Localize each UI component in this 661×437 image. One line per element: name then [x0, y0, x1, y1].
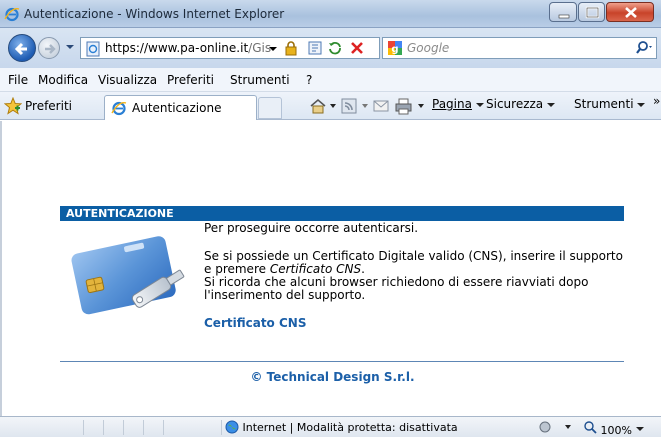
back-arrow-icon	[14, 42, 27, 56]
panel-title: AUTENTICAZIONE	[66, 207, 174, 220]
refresh-icon[interactable]	[327, 40, 343, 56]
new-tab-button[interactable]	[258, 97, 282, 119]
toolbar-overflow-chevron[interactable]: »	[653, 94, 660, 112]
forward-button[interactable]	[38, 37, 60, 59]
divider	[60, 361, 624, 362]
close-button[interactable]	[606, 2, 654, 22]
status-cell	[84, 420, 104, 435]
panel-header: AUTENTICAZIONE	[60, 206, 624, 221]
search-box[interactable]: g Google	[382, 37, 657, 59]
google-logo-icon: g	[388, 41, 402, 55]
lock-icon[interactable]	[283, 40, 299, 56]
favorites-bar: Preferiti Autenticazione Pagina Sicurezz…	[0, 92, 661, 120]
chevron-down-icon[interactable]	[267, 43, 279, 55]
minimize-icon	[558, 14, 570, 19]
maximize-icon	[585, 6, 600, 19]
status-cell	[0, 420, 84, 435]
security-zone-text: Internet | Modalità protetta: disattivat…	[242, 421, 458, 434]
addon-manager-icon	[539, 421, 571, 433]
security-menu[interactable]: Sicurezza	[486, 97, 555, 115]
ie-logo-icon	[111, 101, 127, 116]
close-icon	[625, 7, 637, 18]
ie-logo-icon	[4, 7, 20, 22]
page-menu[interactable]: Pagina	[432, 97, 484, 115]
recent-pages-dropdown-icon[interactable]	[64, 41, 76, 53]
minimize-button[interactable]	[549, 2, 577, 22]
chevron-down-icon	[636, 427, 645, 431]
forward-arrow-icon	[45, 44, 56, 54]
zoom-control[interactable]: 100%	[583, 420, 645, 437]
search-placeholder[interactable]: Google	[407, 41, 449, 55]
tools-menu[interactable]: Strumenti	[574, 97, 646, 115]
page-content: AUTENTICAZIONE Per proseguire occorre au…	[0, 121, 661, 416]
maximize-button[interactable]	[578, 2, 605, 22]
chevron-down-icon	[637, 102, 646, 107]
feeds-button[interactable]	[340, 97, 370, 115]
intro-text: Per proseguire occorre autenticarsi.	[204, 221, 419, 235]
menu-visualizza[interactable]: Visualizza	[98, 73, 157, 87]
smart-card-key-image	[70, 232, 194, 316]
print-icon	[395, 98, 424, 115]
menu-file[interactable]: File	[8, 73, 28, 87]
tab-label: Autenticazione	[132, 101, 222, 115]
status-cell	[164, 420, 222, 435]
status-cell	[144, 420, 164, 435]
rss-feed-icon	[341, 98, 368, 114]
navigation-bar: https://www.pa-online.it/Gis g Google	[0, 28, 661, 68]
compatibility-view-icon[interactable]	[307, 40, 323, 56]
title-bar: Autenticazione - Windows Internet Explor…	[0, 0, 661, 28]
globe-icon	[225, 420, 239, 434]
stop-icon[interactable]	[349, 40, 365, 56]
menu-modifica[interactable]: Modifica	[38, 73, 88, 87]
search-icon[interactable]	[635, 40, 653, 56]
print-button[interactable]	[394, 97, 428, 115]
tab-autenticazione[interactable]: Autenticazione	[104, 95, 257, 120]
url-text[interactable]: https://www.pa-online.it/Gis	[105, 41, 271, 55]
home-icon	[310, 99, 336, 114]
status-cell	[124, 420, 144, 435]
menu-strumenti[interactable]: Strumenti	[230, 73, 290, 87]
address-bar[interactable]: https://www.pa-online.it/Gis	[80, 37, 380, 59]
favorites-button[interactable]: Preferiti	[25, 99, 72, 113]
svg-text:g: g	[391, 44, 398, 55]
read-mail-button[interactable]	[372, 97, 390, 115]
home-button[interactable]	[308, 97, 338, 115]
page-icon	[86, 41, 100, 57]
window-title: Autenticazione - Windows Internet Explor…	[24, 7, 285, 21]
cns-certificate-link[interactable]: Certificato CNS	[204, 316, 306, 330]
protected-mode-button[interactable]	[537, 419, 577, 437]
zoom-icon	[584, 421, 597, 434]
menu-bar: File Modifica Visualizza Preferiti Strum…	[0, 68, 661, 92]
instructions-line-4: l'inserimento del supporto.	[204, 288, 366, 302]
security-zone-indicator[interactable]: Internet | Modalità protetta: disattivat…	[225, 420, 458, 434]
status-bar: Internet | Modalità protetta: disattivat…	[0, 416, 661, 437]
mail-icon	[373, 100, 389, 112]
back-button[interactable]	[8, 34, 36, 62]
status-cell	[104, 420, 124, 435]
favorites-star-icon[interactable]	[4, 97, 22, 115]
copyright-footer: © Technical Design S.r.l.	[250, 370, 415, 384]
menu-preferiti[interactable]: Preferiti	[167, 73, 214, 87]
chevron-down-icon	[475, 102, 484, 107]
menu-help[interactable]: ?	[306, 73, 312, 87]
chevron-down-icon	[547, 102, 555, 107]
zoom-level: 100%	[600, 424, 632, 437]
